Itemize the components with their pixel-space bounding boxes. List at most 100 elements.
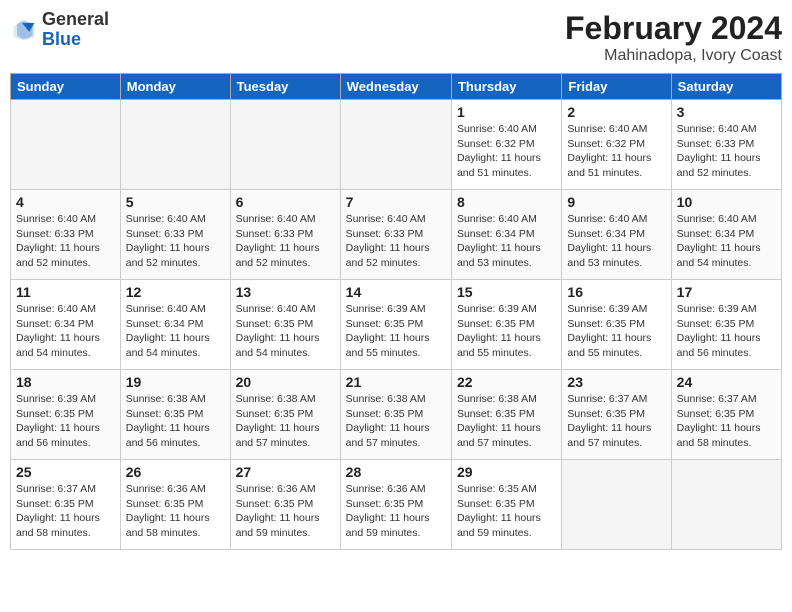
calendar-cell: 9 Sunrise: 6:40 AM Sunset: 6:34 PM Daylig… [562, 190, 671, 280]
weekday-header: Saturday [671, 74, 781, 100]
weekday-header: Wednesday [340, 74, 451, 100]
day-number: 20 [236, 374, 335, 390]
day-number: 28 [346, 464, 446, 480]
day-number: 19 [126, 374, 225, 390]
calendar-week-row: 18Sunrise: 6:39 AM Sunset: 6:35 PM Dayli… [11, 370, 782, 460]
logo-general: General [42, 9, 109, 29]
calendar-week-row: 1 Sunrise: 6:40 AM Sunset: 6:32 PM Daylig… [11, 100, 782, 190]
calendar-week-row: 4 Sunrise: 6:40 AM Sunset: 6:33 PM Daylig… [11, 190, 782, 280]
calendar-cell: 26Sunrise: 6:36 AM Sunset: 6:35 PM Dayli… [120, 460, 230, 550]
weekday-header: Tuesday [230, 74, 340, 100]
day-number: 22 [457, 374, 556, 390]
calendar-cell: 21 Sunrise: 6:38 AM Sunset: 6:35 PM Dayli… [340, 370, 451, 460]
day-info: Sunrise: 6:40 AM Sunset: 6:33 PM Dayligh… [236, 212, 335, 271]
day-info: Sunrise: 6:40 AM Sunset: 6:34 PM Dayligh… [457, 212, 556, 271]
day-number: 18 [16, 374, 115, 390]
day-info: Sunrise: 6:40 AM Sunset: 6:34 PM Dayligh… [16, 302, 115, 361]
day-info: Sunrise: 6:40 AM Sunset: 6:32 PM Dayligh… [567, 122, 665, 181]
day-number: 24 [677, 374, 776, 390]
calendar-cell: 28 Sunrise: 6:36 AM Sunset: 6:35 PM Dayli… [340, 460, 451, 550]
day-info: Sunrise: 6:39 AM Sunset: 6:35 PM Dayligh… [457, 302, 556, 361]
day-number: 27 [236, 464, 335, 480]
calendar-cell: 4Sunrise: 6:40 AM Sunset: 6:33 PM Daylig… [11, 190, 121, 280]
calendar-cell: 18Sunrise: 6:39 AM Sunset: 6:35 PM Dayli… [11, 370, 121, 460]
day-info: Sunrise: 6:37 AM Sunset: 6:35 PM Dayligh… [16, 482, 115, 541]
day-number: 2 [567, 104, 665, 120]
day-info: Sunrise: 6:40 AM Sunset: 6:32 PM Dayligh… [457, 122, 556, 181]
day-info: Sunrise: 6:40 AM Sunset: 6:33 PM Dayligh… [346, 212, 446, 271]
day-info: Sunrise: 6:39 AM Sunset: 6:35 PM Dayligh… [677, 302, 776, 361]
weekday-header: Thursday [451, 74, 561, 100]
day-info: Sunrise: 6:39 AM Sunset: 6:35 PM Dayligh… [346, 302, 446, 361]
day-number: 6 [236, 194, 335, 210]
calendar-cell: 14Sunrise: 6:39 AM Sunset: 6:35 PM Dayli… [340, 280, 451, 370]
logo: General Blue [10, 10, 109, 50]
day-info: Sunrise: 6:40 AM Sunset: 6:34 PM Dayligh… [126, 302, 225, 361]
calendar-cell: 8 Sunrise: 6:40 AM Sunset: 6:34 PM Daylig… [451, 190, 561, 280]
calendar-cell: 11 Sunrise: 6:40 AM Sunset: 6:34 PM Dayli… [11, 280, 121, 370]
day-number: 1 [457, 104, 556, 120]
day-number: 17 [677, 284, 776, 300]
calendar-cell: 15 Sunrise: 6:39 AM Sunset: 6:35 PM Dayli… [451, 280, 561, 370]
calendar-cell: 19 Sunrise: 6:38 AM Sunset: 6:35 PM Dayli… [120, 370, 230, 460]
day-number: 26 [126, 464, 225, 480]
weekday-header: Friday [562, 74, 671, 100]
calendar-week-row: 11 Sunrise: 6:40 AM Sunset: 6:34 PM Dayli… [11, 280, 782, 370]
calendar-cell: 13 Sunrise: 6:40 AM Sunset: 6:35 PM Dayli… [230, 280, 340, 370]
calendar-cell [11, 100, 121, 190]
logo-blue: Blue [42, 29, 81, 49]
calendar-week-row: 25 Sunrise: 6:37 AM Sunset: 6:35 PM Dayli… [11, 460, 782, 550]
day-info: Sunrise: 6:40 AM Sunset: 6:34 PM Dayligh… [567, 212, 665, 271]
calendar-cell [340, 100, 451, 190]
location: Mahinadopa, Ivory Coast [565, 47, 782, 65]
day-info: Sunrise: 6:40 AM Sunset: 6:35 PM Dayligh… [236, 302, 335, 361]
day-info: Sunrise: 6:40 AM Sunset: 6:33 PM Dayligh… [126, 212, 225, 271]
day-number: 29 [457, 464, 556, 480]
weekday-header: Monday [120, 74, 230, 100]
day-number: 10 [677, 194, 776, 210]
day-number: 8 [457, 194, 556, 210]
day-number: 25 [16, 464, 115, 480]
day-info: Sunrise: 6:36 AM Sunset: 6:35 PM Dayligh… [346, 482, 446, 541]
calendar-cell: 17 Sunrise: 6:39 AM Sunset: 6:35 PM Dayli… [671, 280, 781, 370]
calendar-cell: 12 Sunrise: 6:40 AM Sunset: 6:34 PM Dayli… [120, 280, 230, 370]
day-info: Sunrise: 6:39 AM Sunset: 6:35 PM Dayligh… [567, 302, 665, 361]
day-info: Sunrise: 6:38 AM Sunset: 6:35 PM Dayligh… [236, 392, 335, 451]
calendar-cell [230, 100, 340, 190]
calendar-cell: 27 Sunrise: 6:36 AM Sunset: 6:35 PM Dayli… [230, 460, 340, 550]
calendar-cell: 20 Sunrise: 6:38 AM Sunset: 6:35 PM Dayli… [230, 370, 340, 460]
calendar-cell: 5 Sunrise: 6:40 AM Sunset: 6:33 PM Daylig… [120, 190, 230, 280]
day-info: Sunrise: 6:37 AM Sunset: 6:35 PM Dayligh… [677, 392, 776, 451]
day-info: Sunrise: 6:36 AM Sunset: 6:35 PM Dayligh… [236, 482, 335, 541]
day-info: Sunrise: 6:38 AM Sunset: 6:35 PM Dayligh… [457, 392, 556, 451]
calendar-table: SundayMondayTuesdayWednesdayThursdayFrid… [10, 73, 782, 550]
calendar-cell: 22 Sunrise: 6:38 AM Sunset: 6:35 PM Dayli… [451, 370, 561, 460]
calendar-cell [562, 460, 671, 550]
day-number: 7 [346, 194, 446, 210]
day-number: 9 [567, 194, 665, 210]
day-number: 4 [16, 194, 115, 210]
day-number: 15 [457, 284, 556, 300]
calendar-cell: 2 Sunrise: 6:40 AM Sunset: 6:32 PM Daylig… [562, 100, 671, 190]
day-number: 11 [16, 284, 115, 300]
day-info: Sunrise: 6:40 AM Sunset: 6:34 PM Dayligh… [677, 212, 776, 271]
calendar-cell [671, 460, 781, 550]
day-number: 21 [346, 374, 446, 390]
day-number: 12 [126, 284, 225, 300]
day-number: 13 [236, 284, 335, 300]
day-number: 16 [567, 284, 665, 300]
weekday-header: Sunday [11, 74, 121, 100]
day-info: Sunrise: 6:38 AM Sunset: 6:35 PM Dayligh… [126, 392, 225, 451]
calendar-cell: 23Sunrise: 6:37 AM Sunset: 6:35 PM Dayli… [562, 370, 671, 460]
day-number: 5 [126, 194, 225, 210]
calendar-cell [120, 100, 230, 190]
logo-icon [10, 16, 38, 44]
page-header: General Blue February 2024 Mahinadopa, I… [10, 10, 782, 65]
day-info: Sunrise: 6:40 AM Sunset: 6:33 PM Dayligh… [677, 122, 776, 181]
logo-text: General Blue [42, 10, 109, 50]
day-number: 23 [567, 374, 665, 390]
calendar-cell: 1 Sunrise: 6:40 AM Sunset: 6:32 PM Daylig… [451, 100, 561, 190]
calendar-cell: 24 Sunrise: 6:37 AM Sunset: 6:35 PM Dayli… [671, 370, 781, 460]
day-info: Sunrise: 6:38 AM Sunset: 6:35 PM Dayligh… [346, 392, 446, 451]
calendar-cell: 25 Sunrise: 6:37 AM Sunset: 6:35 PM Dayli… [11, 460, 121, 550]
